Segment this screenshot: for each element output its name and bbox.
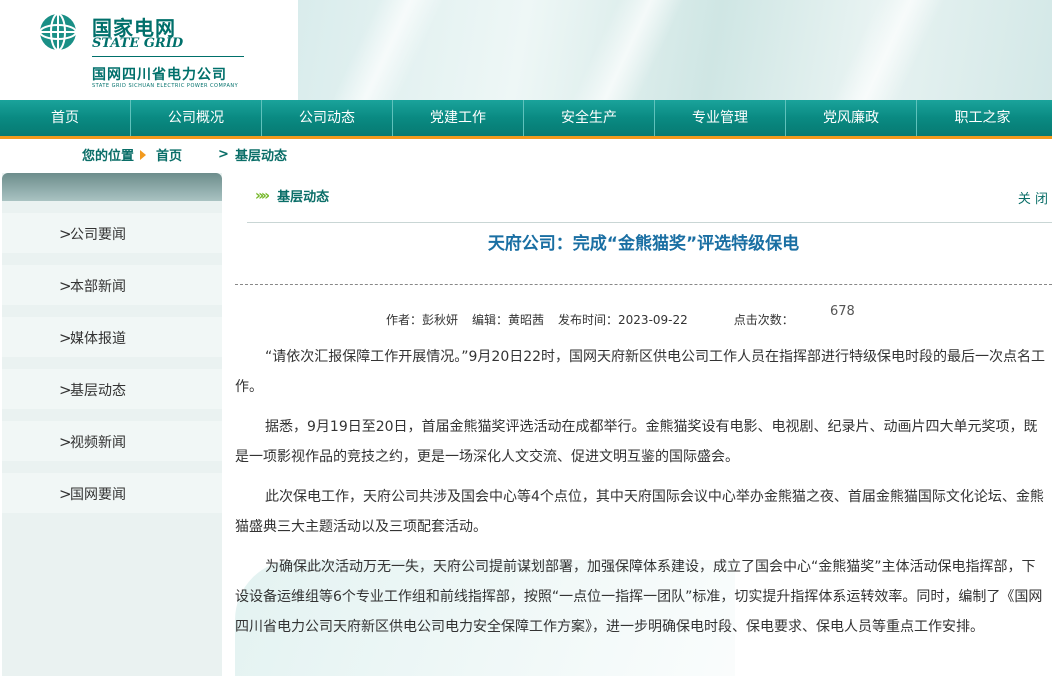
sidebar-item-hq-news[interactable]: > 本部新闻 [2,265,222,305]
section-title: 基层动态 [277,190,330,205]
article-paragraph: 据悉，9月19日至20日，首届金熊猫奖评选活动在成都举行。金熊猫奖设有电影、电视… [235,419,1038,465]
breadcrumb-current[interactable]: 基层动态 [235,145,287,164]
breadcrumb-home-link[interactable]: 首页 [156,145,182,164]
double-chevron-icon: »» [255,187,270,204]
sidebar-item-label: 视频新闻 [70,435,126,451]
article-paragraph: “请依次汇报保障工作开展情况。”9月20日22时，国网天府新区供电公司工作人员在… [235,349,1046,395]
breadcrumb: 您的位置 首页 > 基层动态 [82,145,287,164]
state-grid-globe-icon [39,13,77,51]
breadcrumb-arrow-icon [140,149,147,160]
nav-company-overview[interactable]: 公司概况 [131,100,262,136]
company-name: 国网四川省电力公司 [92,67,227,83]
title-divider [235,284,1052,285]
article-paragraph: 为确保此次活动万无一失，天府公司提前谋划部署，加强保障体系建设，成立了国会中心“… [235,559,1043,635]
sidebar-item-label: 媒体报道 [70,331,126,347]
close-link[interactable]: 关 闭 [1018,188,1048,207]
company-name-en: STATE GRID SICHUAN ELECTRIC POWER COMPAN… [92,83,239,89]
main-content: »» 基层动态 关 闭 天府公司：完成“金熊猫奖”评选特级保电 作者：彭秋妍 编… [235,180,1052,676]
article-body: “请依次汇报保障工作开展情况。”9月20日22时，国网天府新区供电公司工作人员在… [235,342,1048,652]
article-title: 天府公司：完成“金熊猫奖”评选特级保电 [487,234,800,254]
section-divider [247,222,1052,223]
sidebar-item-video-news[interactable]: > 视频新闻 [2,421,222,461]
logo-divider [92,56,244,57]
section-header: »» 基层动态 [255,186,330,206]
nav-company-news[interactable]: 公司动态 [262,100,393,136]
article-editor: 编辑：黄昭茜 [472,313,545,327]
breadcrumb-label: 您的位置 [82,149,135,164]
sidebar-item-company-news[interactable]: > 公司要闻 [2,213,222,253]
sidebar-item-grassroots[interactable]: > 基层动态 [2,369,222,409]
article-paragraph: 此次保电工作，天府公司共涉及国会中心等4个点位，其中天府国际会议中心举办金熊猫之… [235,489,1044,535]
article-date: 发布时间：2023-09-22 [558,313,688,327]
header: 国家电网 STATE GRID 国网四川省电力公司 STATE GRID SIC… [0,0,1052,127]
nav-party-building[interactable]: 党建工作 [393,100,524,136]
nav-staff-home[interactable]: 职工之家 [917,100,1048,136]
sidebar-item-label: 基层动态 [70,383,126,399]
article-meta: 作者：彭秋妍 编辑：黄昭茜 发布时间：2023-09-22 点击次数： [386,311,808,328]
sidebar-item-media-reports[interactable]: > 媒体报道 [2,317,222,357]
main-nav: 首页 公司概况 公司动态 党建工作 安全生产 专业管理 党风廉政 职工之家 [0,100,1052,139]
sidebar: > 公司要闻 > 本部新闻 > 媒体报道 > 基层动态 > 视频新闻 > 国网要… [2,173,222,676]
sidebar-header [2,173,222,201]
sidebar-item-sgcc-news[interactable]: > 国网要闻 [2,473,222,513]
nav-management[interactable]: 专业管理 [655,100,786,136]
sidebar-item-label: 国网要闻 [70,487,126,503]
header-banner [298,0,1052,127]
breadcrumb-separator-icon: > [218,147,229,162]
logo-en-text: STATE GRID [92,36,184,51]
article-author: 作者：彭秋妍 [386,313,459,327]
nav-safety[interactable]: 安全生产 [524,100,655,136]
nav-integrity[interactable]: 党风廉政 [786,100,917,136]
clicks-count: 678 [830,304,855,319]
sidebar-item-label: 本部新闻 [70,279,126,295]
logo[interactable]: 国家电网 STATE GRID 国网四川省电力公司 STATE GRID SIC… [0,0,298,100]
clicks-label: 点击次数： [733,313,794,327]
nav-home[interactable]: 首页 [0,100,131,136]
sidebar-item-label: 公司要闻 [70,227,126,243]
